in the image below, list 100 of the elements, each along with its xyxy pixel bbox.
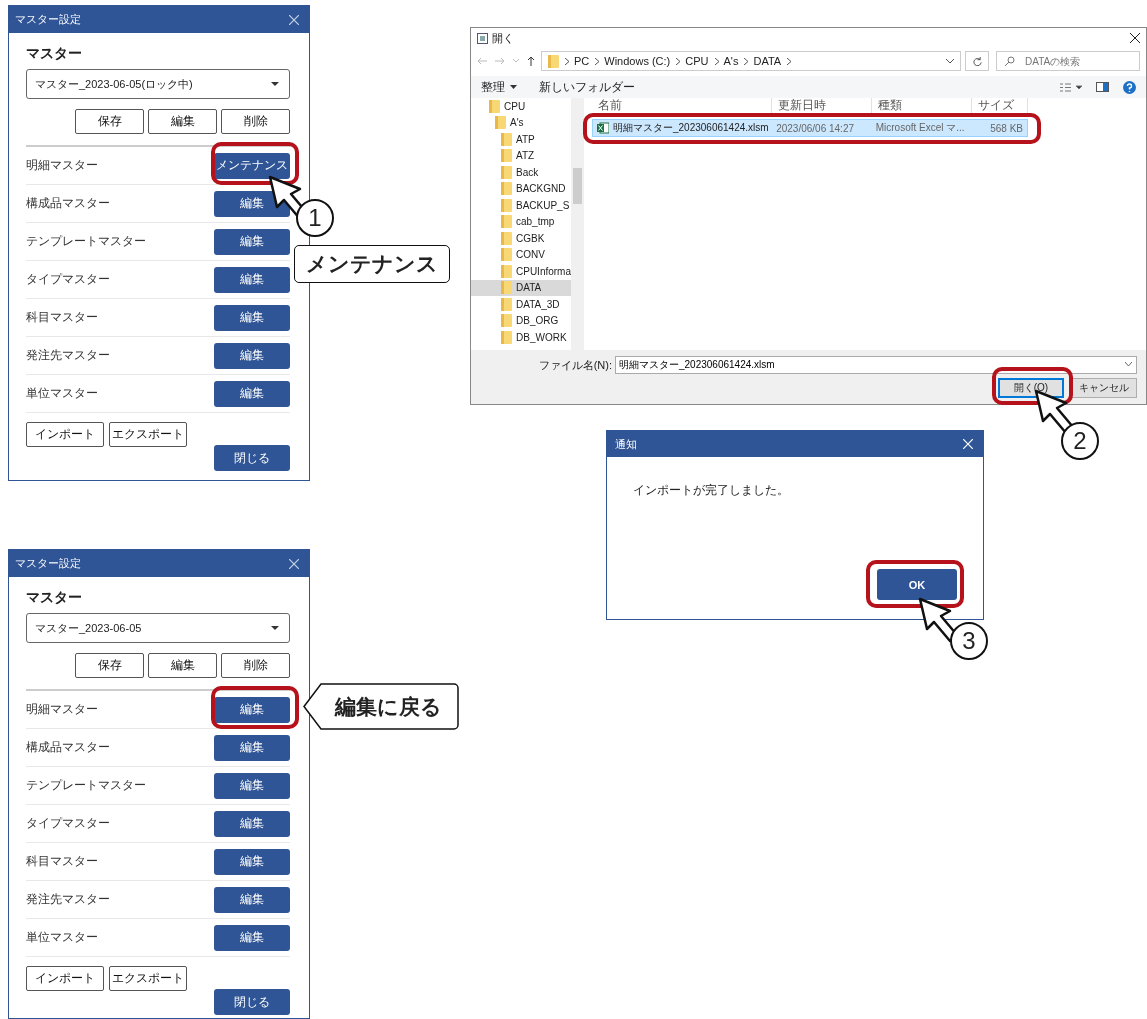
- row-button[interactable]: 編集: [214, 342, 290, 369]
- io-button[interactable]: エクスポート: [109, 422, 187, 447]
- row-button[interactable]: 編集: [214, 886, 290, 913]
- column-header[interactable]: 種類: [872, 98, 972, 113]
- column-header[interactable]: サイズ: [972, 98, 1028, 113]
- row-button[interactable]: 編集: [214, 772, 290, 799]
- action-button[interactable]: 削除: [221, 653, 290, 678]
- column-header[interactable]: 更新日時: [772, 98, 872, 113]
- folder-tree-item[interactable]: cab_tmp: [471, 213, 571, 230]
- step-badge: 3: [950, 622, 988, 660]
- row-button[interactable]: 編集: [214, 924, 290, 951]
- close-icon[interactable]: [1130, 33, 1140, 43]
- folder-tree-item[interactable]: A's: [471, 114, 571, 131]
- folder-tree-item[interactable]: DB_ORG: [471, 312, 571, 329]
- row-button[interactable]: 編集: [214, 266, 290, 293]
- row-label: 明細マスター: [26, 701, 98, 718]
- folder-icon: [501, 264, 512, 278]
- row-button[interactable]: メンテナンス: [214, 152, 290, 179]
- search-field[interactable]: DATAの検索: [996, 51, 1140, 71]
- search-icon: [1005, 56, 1015, 66]
- callout-label: メンテナンス: [294, 245, 450, 283]
- column-header[interactable]: 名前: [592, 98, 772, 113]
- folder-tree-item[interactable]: CONV: [471, 246, 571, 263]
- help-icon[interactable]: [1123, 80, 1136, 94]
- row-button[interactable]: 編集: [214, 810, 290, 837]
- dropdown[interactable]: マスター_2023-06-05(ロック中): [26, 69, 290, 99]
- action-button[interactable]: 編集: [148, 109, 217, 134]
- io-button[interactable]: インポート: [26, 966, 104, 991]
- window-title: 通知: [615, 436, 637, 452]
- folder-icon: [501, 297, 512, 311]
- folder-tree-item[interactable]: DATA: [471, 279, 571, 296]
- window-title: マスター設定: [15, 12, 81, 27]
- action-button[interactable]: 編集: [148, 653, 217, 678]
- row-label: 科目マスター: [26, 853, 98, 870]
- close-button[interactable]: 閉じる: [214, 989, 290, 1015]
- dropdown[interactable]: マスター_2023-06-05: [26, 613, 290, 643]
- folder-icon: [489, 99, 500, 113]
- folder-icon: [501, 330, 512, 344]
- view-options-icon[interactable]: [1060, 82, 1082, 92]
- address-bar[interactable]: PC Windows (C:) CPU A's DATA: [541, 51, 961, 71]
- folder-tree-item[interactable]: ATZ: [471, 147, 571, 164]
- breadcrumb-link[interactable]: PC: [574, 55, 590, 67]
- breadcrumb-link[interactable]: DATA: [753, 55, 782, 67]
- folder-tree-item[interactable]: CPU: [471, 98, 571, 115]
- folder-tree-item[interactable]: Back: [471, 164, 571, 181]
- action-button[interactable]: 保存: [75, 653, 144, 678]
- folder-icon: [501, 149, 512, 163]
- row-label: 構成品マスター: [26, 739, 110, 756]
- filename-label: ファイル名(N):: [538, 357, 612, 373]
- up-arrow-icon[interactable]: [527, 56, 535, 66]
- folder-tree-item[interactable]: CGBK: [471, 230, 571, 247]
- filename-field[interactable]: 明細マスター_202306061424.xlsm: [615, 356, 1137, 374]
- file-row[interactable]: 明細マスター_202306061424.xlsm 2023/06/06 14:27 Microsoft Excel マ... 568 KB: [592, 119, 1028, 137]
- row-label: 単位マスター: [26, 929, 98, 946]
- action-button[interactable]: 保存: [75, 109, 144, 134]
- app-icon: [477, 32, 488, 44]
- folder-tree-item[interactable]: CPUInforma: [471, 263, 571, 280]
- breadcrumb-link[interactable]: CPU: [685, 55, 709, 67]
- dropdown-caret-icon[interactable]: [946, 58, 954, 64]
- row-label: 構成品マスター: [26, 195, 110, 212]
- folder-tree-item[interactable]: BACKUP_S: [471, 197, 571, 214]
- folder-icon: [501, 165, 512, 179]
- new-folder-button[interactable]: 新しいフォルダー: [539, 78, 635, 96]
- row-button[interactable]: 編集: [214, 734, 290, 761]
- row-button[interactable]: 編集: [214, 304, 290, 331]
- row-button[interactable]: 編集: [214, 848, 290, 875]
- folder-tree-item[interactable]: DB_WORK: [471, 329, 571, 346]
- io-button[interactable]: インポート: [26, 422, 104, 447]
- refresh-button[interactable]: [965, 51, 989, 71]
- row-button[interactable]: 編集: [214, 228, 290, 255]
- row-label: テンプレートマスター: [26, 777, 146, 794]
- preview-pane-icon[interactable]: [1096, 82, 1109, 92]
- row-button[interactable]: 編集: [214, 696, 290, 723]
- io-button[interactable]: エクスポート: [109, 966, 187, 991]
- chevron-icon: [595, 57, 600, 65]
- folder-tree-item[interactable]: ATP: [471, 131, 571, 148]
- spreadsheet-file-icon: [597, 122, 609, 134]
- close-button[interactable]: 閉じる: [214, 445, 290, 471]
- callout-label: 編集に戻る: [303, 683, 459, 730]
- row-button[interactable]: 編集: [214, 380, 290, 407]
- ok-button[interactable]: OK: [877, 569, 957, 600]
- folder-icon: [501, 231, 512, 245]
- breadcrumb-link[interactable]: A's: [723, 55, 739, 67]
- row-label: テンプレートマスター: [26, 233, 146, 250]
- row-label: 発注先マスター: [26, 347, 110, 364]
- folder-icon: [548, 54, 559, 68]
- refresh-icon: [972, 56, 982, 66]
- dialog-button[interactable]: キャンセル: [1071, 378, 1137, 398]
- action-button[interactable]: 削除: [221, 109, 290, 134]
- folder-icon: [501, 215, 512, 229]
- folder-tree-item[interactable]: DATA_3D: [471, 296, 571, 313]
- scrollbar[interactable]: [571, 98, 584, 350]
- breadcrumb-link[interactable]: Windows (C:): [604, 55, 671, 67]
- organize-menu[interactable]: 整理: [481, 78, 505, 96]
- caret-icon: [510, 85, 517, 89]
- section-heading: マスター: [26, 589, 83, 607]
- folder-tree-item[interactable]: BACKGND: [471, 180, 571, 197]
- chevron-icon: [676, 57, 681, 65]
- section-heading: マスター: [26, 45, 83, 63]
- message-text: インポートが完了しました。: [633, 482, 790, 499]
